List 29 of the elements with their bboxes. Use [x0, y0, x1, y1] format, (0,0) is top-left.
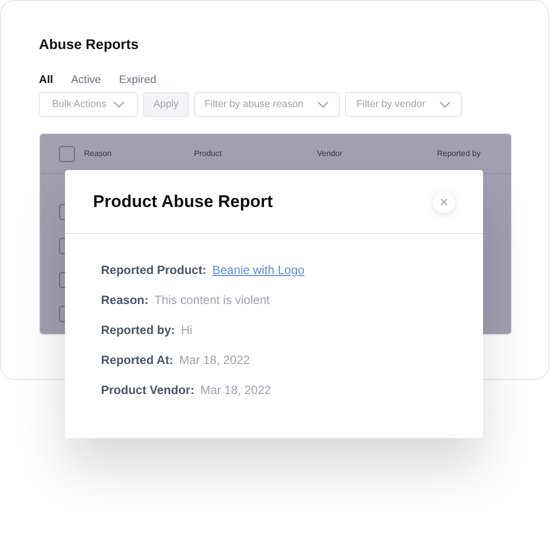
field-value: This content is violent [154, 292, 270, 309]
apply-button[interactable]: Apply [143, 92, 188, 117]
column-header: Product [194, 148, 223, 160]
filter-dropdown[interactable]: Filter by abuse reason [194, 92, 340, 117]
field-value: Hi [181, 322, 192, 339]
checkbox[interactable] [59, 146, 75, 162]
chevron-down-icon [439, 101, 452, 108]
column-header: Vendor [317, 148, 344, 160]
field-label: Reported At: [101, 352, 174, 369]
field-value: Mar 18, 2022 [200, 382, 272, 399]
field-label: Reported by: [101, 322, 176, 339]
page-title: Abuse Reports [39, 35, 140, 53]
column-header: Reported by [437, 148, 481, 160]
field-label: Product Vendor: [101, 382, 194, 399]
chevron-down-icon [317, 101, 330, 108]
field-label: Reason: [101, 292, 148, 309]
column-header: Reason [84, 148, 113, 160]
field-label: Reported Product: [101, 262, 206, 279]
filter-dropdown[interactable]: Filter by vendor [345, 92, 462, 117]
tab[interactable]: Expired [119, 73, 156, 87]
field-value: Mar 18, 2022 [179, 352, 250, 369]
close-icon [440, 198, 448, 206]
chevron-down-icon [113, 101, 126, 108]
bulk-actions-dropdown[interactable]: Bulk Actions [39, 92, 138, 117]
product-link[interactable]: Beanie with Logo [212, 261, 304, 279]
tab[interactable]: Active [71, 73, 102, 87]
dialog-title: Product Abuse Report [93, 190, 273, 213]
close-button[interactable] [433, 190, 455, 212]
tab[interactable]: All [39, 73, 54, 87]
